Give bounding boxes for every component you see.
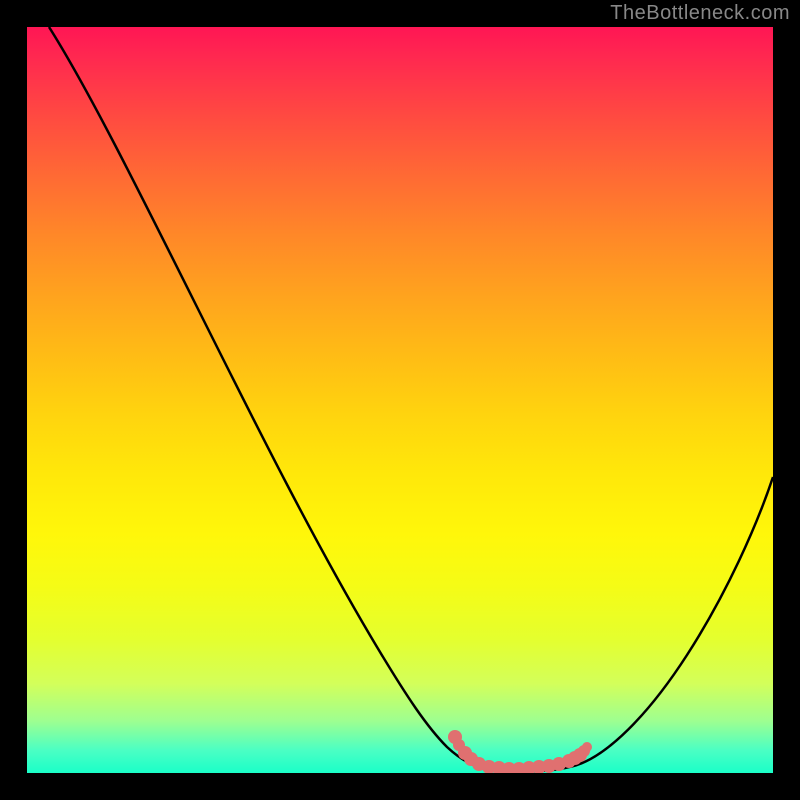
curve-svg [27, 27, 773, 773]
plot-gradient-background [27, 27, 773, 773]
optimal-highlight-markers [448, 730, 592, 773]
chart-container: TheBottleneck.com [0, 0, 800, 800]
bottleneck-curve-line [49, 27, 773, 772]
watermark-text: TheBottleneck.com [610, 2, 790, 25]
highlight-dot [582, 742, 592, 752]
